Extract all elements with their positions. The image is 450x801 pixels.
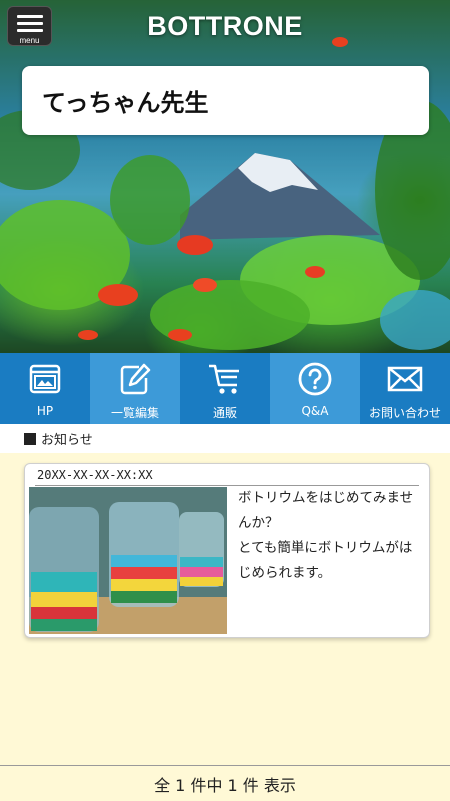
- nav-label-contact: お問い合わせ: [368, 406, 441, 420]
- website-icon: [29, 364, 61, 394]
- nav-label-qa: Q&A: [301, 404, 329, 418]
- nav-item-list-edit[interactable]: 一覧編集: [90, 353, 180, 424]
- hero-banner: BOTTRONE menu てっちゃん先生: [0, 0, 450, 353]
- news-item-card[interactable]: 20XX-XX-XX-XX:XX ボトリウムをはじめてみませんか？ とても簡単に…: [24, 463, 430, 638]
- notice-section-title: お知らせ: [41, 433, 93, 448]
- news-date: 20XX-XX-XX-XX:XX: [37, 468, 153, 482]
- profile-name-card: てっちゃん先生: [22, 66, 429, 135]
- nav-item-contact[interactable]: お問い合わせ: [360, 353, 450, 424]
- cart-icon: [209, 364, 239, 394]
- nav-label-list-edit: 一覧編集: [110, 406, 159, 420]
- question-icon: [298, 362, 332, 396]
- news-body-text: ボトリウムをはじめてみませんか？ とても簡単にボトリウムがはじめられます。: [238, 490, 414, 581]
- nav-item-shop[interactable]: 通販: [180, 353, 270, 424]
- notice-section-header: お知らせ: [0, 424, 450, 453]
- aquarium-background-image: [0, 0, 450, 353]
- nav-item-hp[interactable]: HP: [0, 353, 90, 424]
- edit-icon: [120, 363, 151, 395]
- nav-item-qa[interactable]: Q&A: [270, 353, 360, 424]
- nav-label-shop: 通販: [212, 406, 237, 420]
- hamburger-icon: [16, 15, 43, 18]
- menu-button[interactable]: menu: [7, 6, 52, 46]
- news-thumbnail: [29, 487, 227, 634]
- mail-icon: [387, 366, 423, 392]
- square-bullet-icon: [24, 432, 36, 445]
- news-body: ボトリウムをはじめてみませんか？ とても簡単にボトリウムがはじめられます。: [238, 486, 422, 586]
- nav-label-hp: HP: [36, 404, 54, 418]
- app-title: BOTTRONE: [147, 10, 303, 41]
- menu-label: menu: [19, 36, 40, 45]
- main-nav: HP 一覧編集 通販 Q&A お問い合わせ: [0, 353, 450, 424]
- title-bar: BOTTRONE: [0, 0, 450, 52]
- bottle-aquarium-photo: [29, 487, 227, 634]
- pagination-footer: 全 1 件中 1 件 表示: [0, 765, 450, 801]
- result-count-text: 全 1 件中 1 件 表示: [154, 775, 296, 795]
- profile-name: てっちゃん先生: [42, 89, 209, 117]
